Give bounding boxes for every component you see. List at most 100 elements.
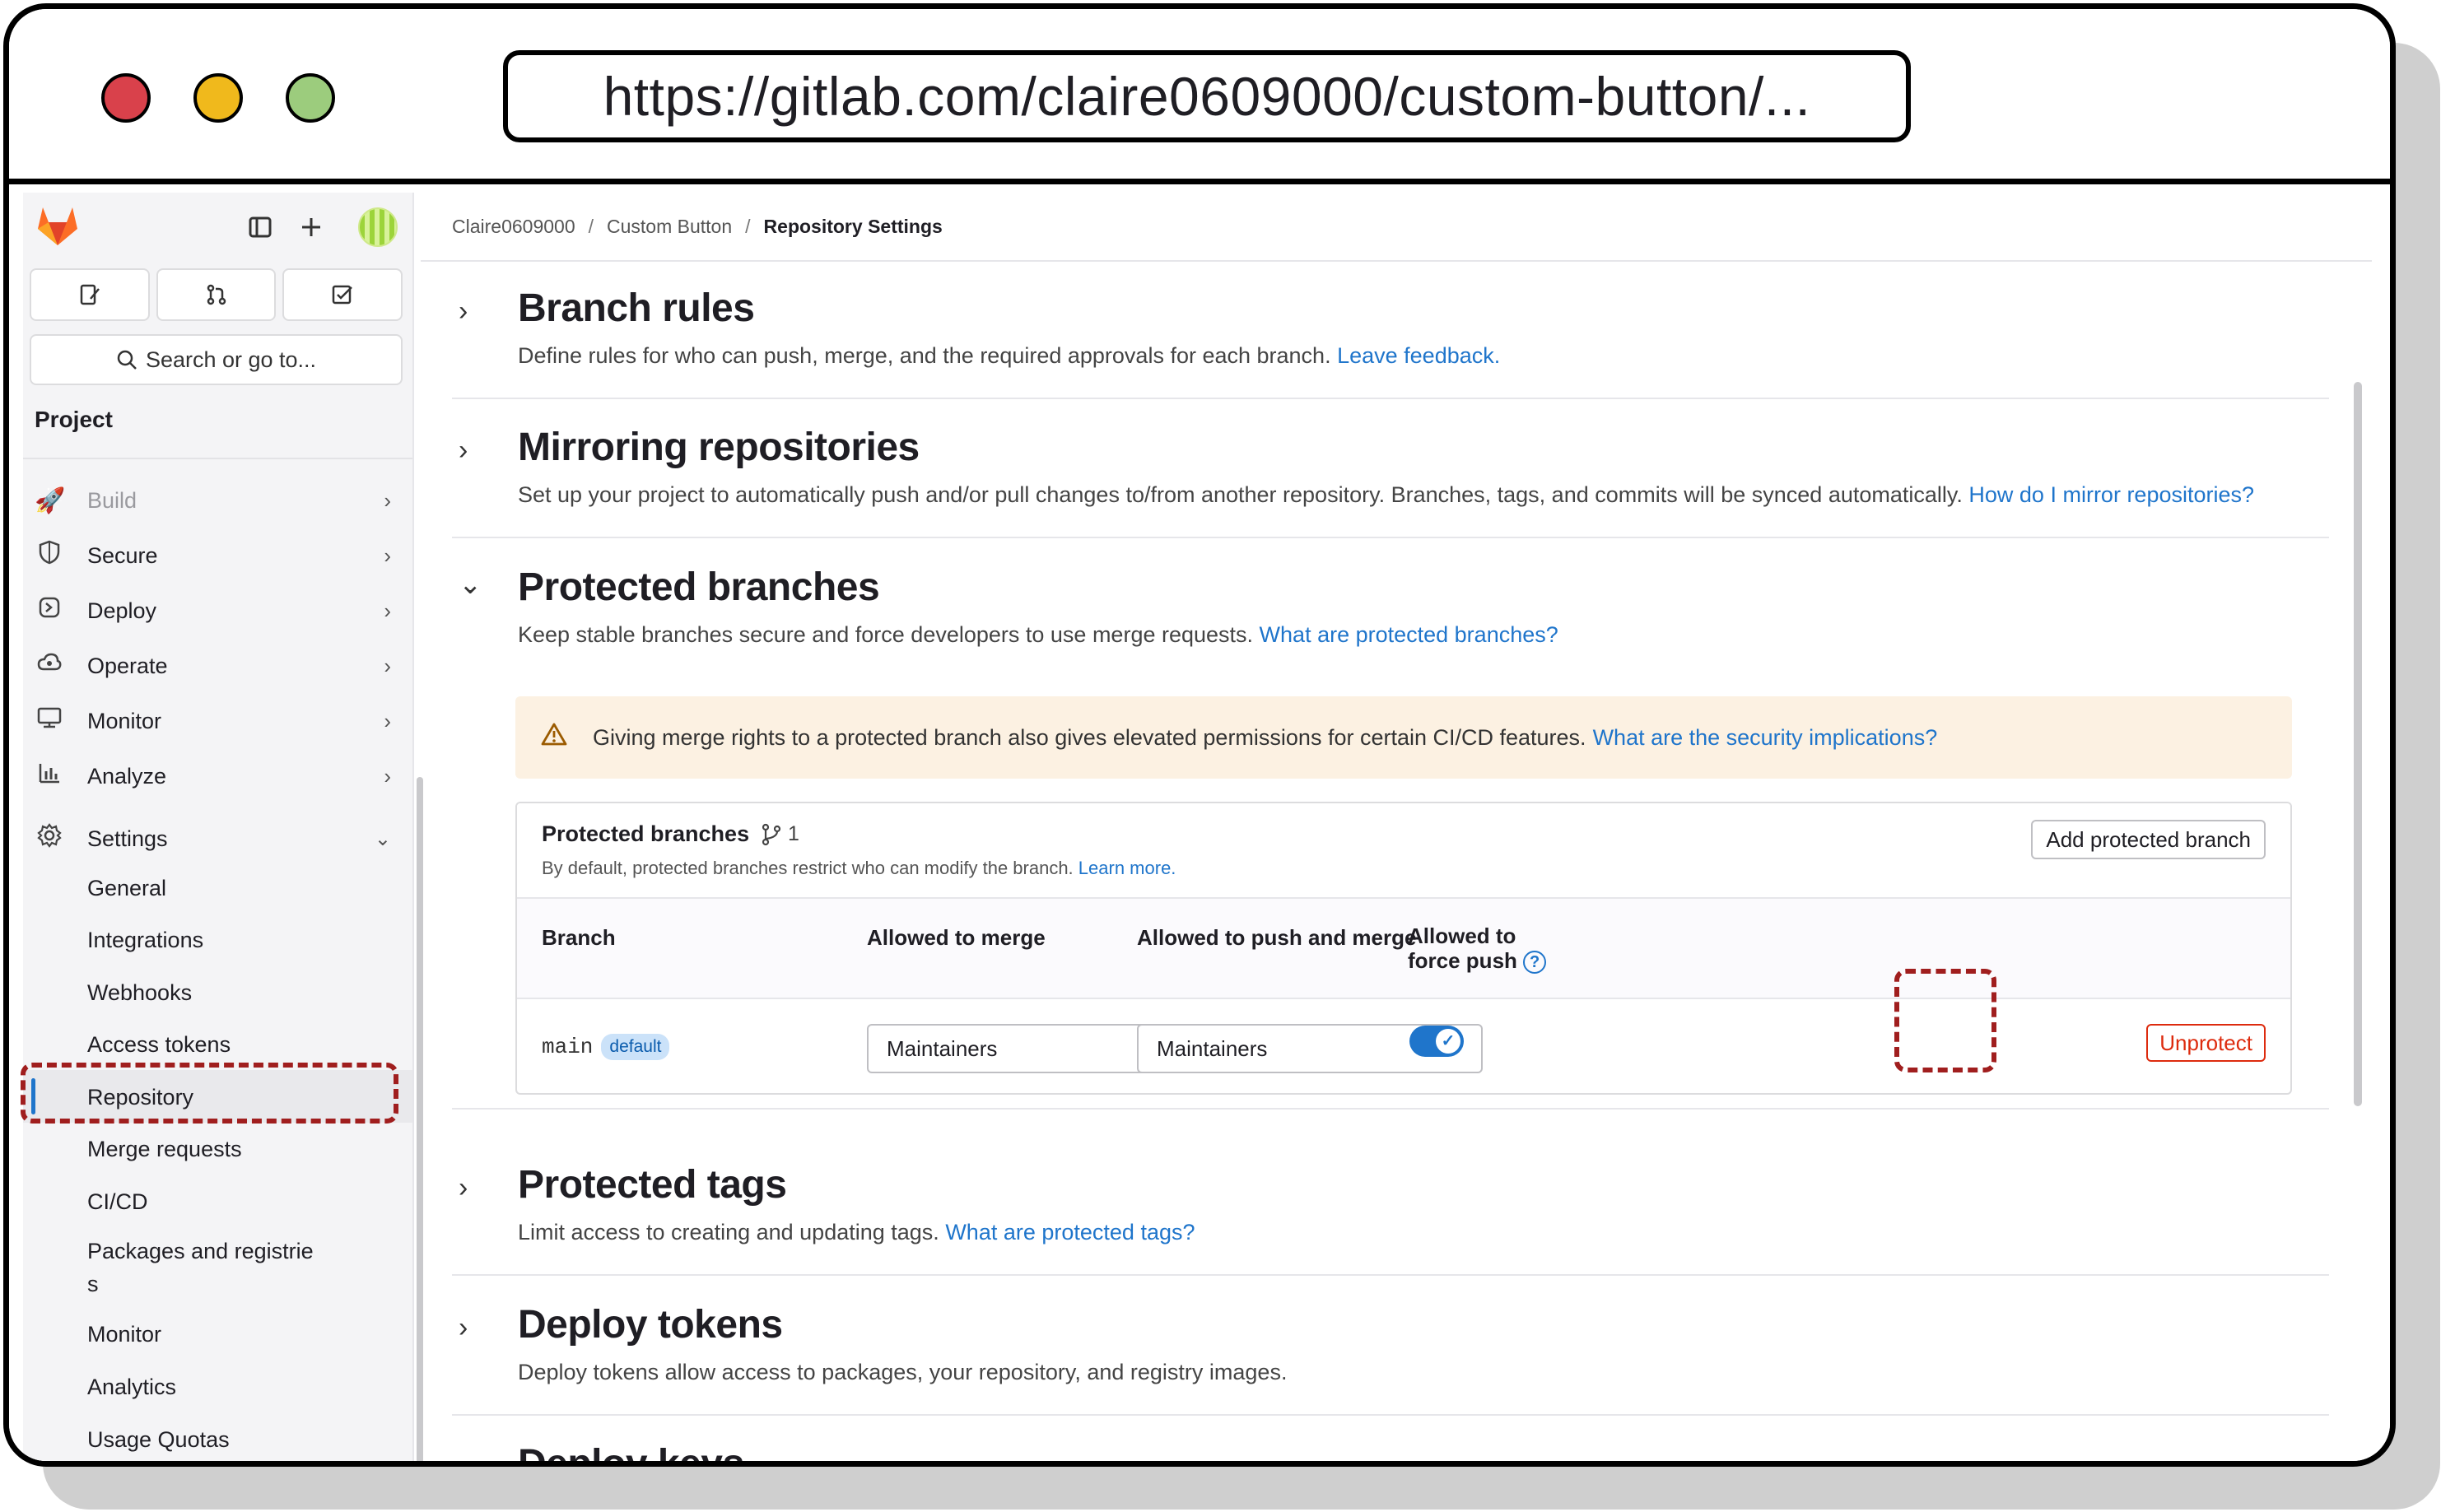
settings-item-packages-wrap[interactable]: s <box>87 1272 99 1297</box>
chevron-down-icon: ⌄ <box>374 827 391 850</box>
column-allowed-to-merge: Allowed to merge <box>867 925 1046 950</box>
section-divider <box>452 1274 2329 1276</box>
section-title[interactable]: Deploy keys <box>518 1441 744 1461</box>
chevron-right-icon[interactable]: › <box>459 1312 468 1344</box>
column-allowed-to-push-merge: Allowed to push and merge <box>1137 925 1417 950</box>
settings-item-merge-requests[interactable]: Merge requests <box>87 1137 242 1162</box>
branch-count-value: 1 <box>788 821 799 845</box>
breadcrumb-user[interactable]: Claire0609000 <box>452 216 575 238</box>
deploy-icon <box>35 596 64 626</box>
unprotect-button[interactable]: Unprotect <box>2146 1024 2266 1062</box>
issues-tab[interactable] <box>30 268 150 321</box>
column-force-push-line2: force push <box>1408 948 1517 973</box>
issues-icon <box>80 284 100 305</box>
section-title[interactable]: Protected tags <box>518 1162 787 1207</box>
settings-item-monitor[interactable]: Monitor <box>87 1322 161 1347</box>
settings-item-packages[interactable]: Packages and registrie <box>87 1239 314 1264</box>
alert-text: Giving merge rights to a protected branc… <box>593 724 1586 750</box>
section-title[interactable]: Deploy tokens <box>518 1302 783 1347</box>
minimize-window-button[interactable] <box>193 73 243 123</box>
sidebar-item-deploy[interactable]: Deploy › <box>23 588 412 634</box>
gitlab-app: Search or go to... Project 🚀 Build › Sec… <box>9 184 2390 1461</box>
settings-item-usage-quotas[interactable]: Usage Quotas <box>87 1427 230 1453</box>
mirror-help-link[interactable]: How do I mirror repositories? <box>1968 482 2254 507</box>
leave-feedback-link[interactable]: Leave feedback. <box>1337 343 1500 368</box>
section-title[interactable]: Protected branches <box>518 565 880 610</box>
chevron-right-icon[interactable]: › <box>459 295 468 328</box>
card-subtitle: By default, protected branches restrict … <box>542 858 1176 878</box>
sidebar-item-settings[interactable]: Settings ⌄ <box>23 816 412 862</box>
chevron-right-icon[interactable]: › <box>459 1172 468 1204</box>
settings-item-analytics[interactable]: Analytics <box>87 1375 176 1400</box>
table-row: main default Maintainers Maintainers ✓ U… <box>517 999 2290 1093</box>
protected-tags-help-link[interactable]: What are protected tags? <box>945 1220 1195 1244</box>
search-button[interactable]: Search or go to... <box>30 334 403 385</box>
main-content: Claire0609000 / Custom Button / Reposito… <box>421 193 2380 1461</box>
learn-more-link[interactable]: Learn more. <box>1078 858 1176 878</box>
sidebar-item-label: Operate <box>87 653 168 678</box>
browser-titlebar: https://gitlab.com/claire0609000/custom-… <box>9 9 2390 184</box>
protected-branches-card: Protected branches 1 By default, protect… <box>515 802 2292 1095</box>
chart-icon <box>35 761 64 791</box>
sidebar-item-monitor[interactable]: Monitor › <box>23 698 412 744</box>
sidebar-quick-tabs <box>30 268 403 321</box>
column-force-push-line1: Allowed to <box>1408 923 1516 948</box>
annotation-highlight-repository <box>21 1063 398 1124</box>
chevron-right-icon: › <box>384 487 391 513</box>
header-divider <box>421 260 2372 262</box>
maximize-window-button[interactable] <box>286 73 335 123</box>
main-scrollbar[interactable] <box>2354 382 2362 1106</box>
plus-icon[interactable] <box>295 211 328 244</box>
breadcrumb-separator: / <box>588 216 594 237</box>
force-push-toggle[interactable]: ✓ <box>1409 1026 1464 1057</box>
warning-icon <box>540 722 568 753</box>
column-branch: Branch <box>542 925 616 950</box>
sidebar-item-build[interactable]: 🚀 Build › <box>23 477 412 523</box>
chevron-right-icon[interactable]: › <box>459 1451 468 1461</box>
protected-branches-help-link[interactable]: What are protected branches? <box>1260 622 1558 647</box>
breadcrumb-project[interactable]: Custom Button <box>607 216 732 238</box>
branch-icon <box>762 824 781 846</box>
settings-item-integrations[interactable]: Integrations <box>87 928 203 953</box>
settings-item-access-tokens[interactable]: Access tokens <box>87 1032 231 1058</box>
branch-count: 1 <box>761 822 799 846</box>
question-icon[interactable]: ? <box>1523 951 1547 975</box>
gitlab-logo-icon[interactable] <box>35 204 81 247</box>
settings-item-cicd[interactable]: CI/CD <box>87 1189 148 1215</box>
todos-tab[interactable] <box>282 268 403 321</box>
gear-icon <box>35 823 64 854</box>
security-implications-link[interactable]: What are the security implications? <box>1593 725 1938 751</box>
add-protected-branch-button[interactable]: Add protected branch <box>2031 820 2266 859</box>
browser-window: https://gitlab.com/claire0609000/custom-… <box>3 3 2396 1467</box>
chevron-right-icon: › <box>384 763 391 789</box>
chevron-down-icon[interactable]: ⌄ <box>459 568 482 601</box>
section-title[interactable]: Branch rules <box>518 286 755 331</box>
settings-item-webhooks[interactable]: Webhooks <box>87 980 192 1006</box>
sidebar-item-label: Monitor <box>87 708 162 733</box>
close-window-button[interactable] <box>101 73 151 123</box>
sidebar-item-label: Secure <box>87 542 158 568</box>
column-force-push: Allowed to force push ? <box>1408 923 1547 975</box>
search-icon <box>117 350 137 370</box>
section-divider <box>452 1108 2329 1110</box>
merge-requests-tab[interactable] <box>156 268 277 321</box>
settings-item-general[interactable]: General <box>87 876 166 901</box>
rocket-icon: 🚀 <box>35 486 66 514</box>
breadcrumb-separator: / <box>745 216 751 237</box>
sidebar-item-analyze[interactable]: Analyze › <box>23 753 412 799</box>
card-title: Protected branches 1 <box>542 821 799 847</box>
todo-icon <box>332 285 353 305</box>
section-divider <box>452 1414 2329 1416</box>
section-divider <box>452 537 2329 538</box>
card-header: Protected branches 1 By default, protect… <box>517 803 2290 899</box>
section-title[interactable]: Mirroring repositories <box>518 425 920 470</box>
shield-icon <box>35 540 64 571</box>
sidebar-item-secure[interactable]: Secure › <box>23 533 412 579</box>
address-bar[interactable]: https://gitlab.com/claire0609000/custom-… <box>503 50 1911 142</box>
sidebar-item-label: Build <box>87 487 137 513</box>
user-avatar[interactable] <box>358 207 398 247</box>
branch-name-text: main <box>542 1035 594 1059</box>
sidebar-toggle-icon[interactable] <box>244 211 277 244</box>
chevron-right-icon[interactable]: › <box>459 435 468 467</box>
sidebar-item-operate[interactable]: Operate › <box>23 643 412 689</box>
